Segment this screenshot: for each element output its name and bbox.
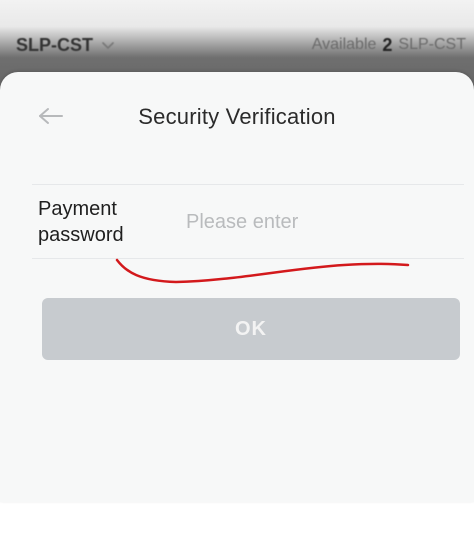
payment-password-label: Payment password xyxy=(38,196,178,248)
arrow-left-icon xyxy=(37,106,65,131)
ok-button[interactable]: OK xyxy=(42,298,460,360)
sheet-header: Security Verification xyxy=(0,72,474,162)
available-amount: 2 xyxy=(382,34,393,55)
screen: SLP-CST Available 2 SLP-CST Security Ver… xyxy=(0,0,474,540)
security-verification-sheet: Security Verification Payment password O… xyxy=(0,72,474,502)
payment-password-row: Payment password xyxy=(38,182,464,262)
divider-bottom xyxy=(32,258,464,259)
background-header-row: SLP-CST Available 2 SLP-CST xyxy=(16,32,474,58)
payment-password-label-line2: password xyxy=(38,224,124,246)
page-title: Security Verification xyxy=(138,104,336,129)
chevron-down-icon xyxy=(99,36,117,54)
payment-password-input[interactable] xyxy=(186,210,446,234)
available-unit: SLP-CST xyxy=(398,36,466,53)
pair-selector[interactable]: SLP-CST xyxy=(16,35,117,56)
pair-label: SLP-CST xyxy=(16,34,94,55)
available-balance: Available 2 SLP-CST xyxy=(312,35,474,56)
back-button[interactable] xyxy=(34,104,68,132)
payment-password-label-line1: Payment xyxy=(38,198,117,220)
available-label: Available xyxy=(311,36,377,53)
